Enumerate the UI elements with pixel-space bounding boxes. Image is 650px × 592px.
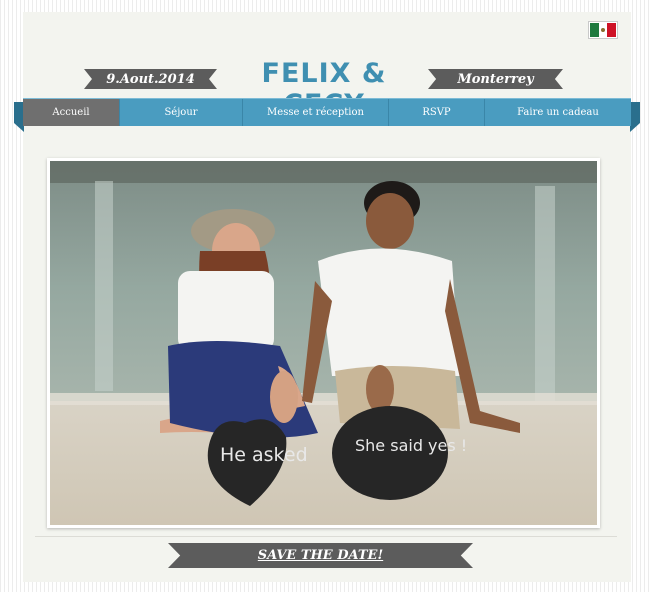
sign-right-text: She said yes ! <box>355 436 467 455</box>
nav-item-accueil[interactable]: Accueil <box>23 99 120 126</box>
mexico-flag-icon[interactable] <box>588 21 618 39</box>
date-ribbon: 9.Aout.2014 <box>84 69 217 89</box>
main-nav: Accueil Séjour Messe et réception RSVP F… <box>23 98 631 126</box>
nav-item-sejour[interactable]: Séjour <box>120 99 243 126</box>
hero-photo: He asked She said yes ! <box>50 161 597 525</box>
flag-red-stripe <box>607 23 617 37</box>
divider <box>35 536 617 537</box>
city-ribbon: Monterrey <box>428 69 563 89</box>
nav-ribbon-fold-right <box>630 102 640 132</box>
save-the-date-link[interactable]: SAVE THE DATE! <box>258 548 383 563</box>
flag-emblem <box>601 28 605 32</box>
hero-photo-frame: He asked She said yes ! <box>47 158 600 528</box>
main-nav-wrapper: Accueil Séjour Messe et réception RSVP F… <box>14 98 640 132</box>
sign-left-text: He asked <box>220 444 308 466</box>
nav-item-messe-reception[interactable]: Messe et réception <box>243 99 389 126</box>
flag-green-stripe <box>590 23 599 37</box>
flag-white-stripe <box>598 23 608 37</box>
save-the-date-ribbon[interactable]: SAVE THE DATE! <box>168 543 473 568</box>
nav-item-rsvp[interactable]: RSVP <box>389 99 485 126</box>
nav-item-faire-un-cadeau[interactable]: Faire un cadeau <box>485 99 631 126</box>
